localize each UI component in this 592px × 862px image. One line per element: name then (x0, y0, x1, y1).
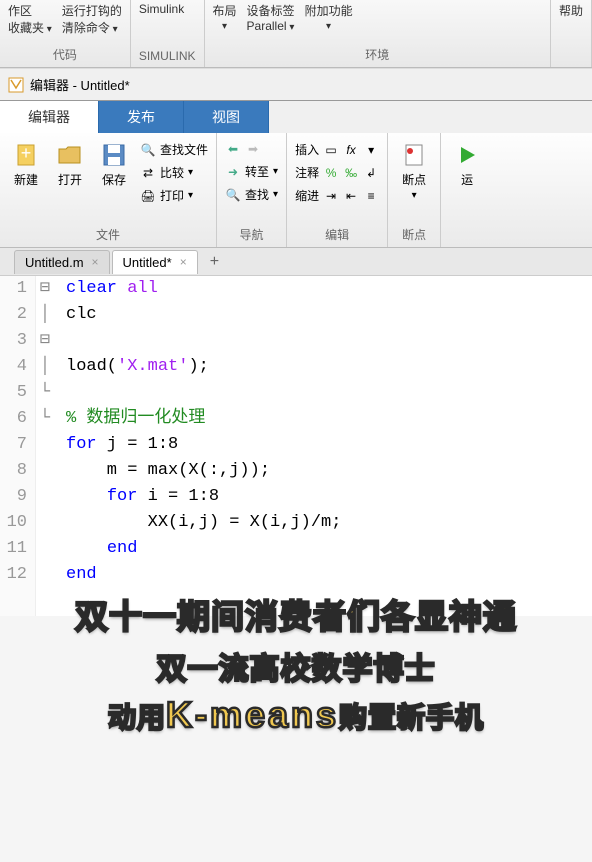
smart-indent-icon[interactable]: ≡ (363, 188, 379, 204)
device-label-item[interactable]: 设备标签 (247, 2, 295, 19)
file-group-label: 文件 (6, 224, 210, 247)
add-tab-button[interactable]: + (200, 249, 229, 275)
file-tab-untitled-m[interactable]: Untitled.m × (14, 250, 110, 274)
editor-window-titlebar: 编辑器 - Untitled* (0, 68, 592, 101)
ribbon-group-edit: 插入 ▭ fx ▾ 注释 % ‰ ↲ 缩进 ⇥ ⇤ ≡ 编 (287, 133, 388, 247)
new-icon: + (12, 141, 40, 169)
code-editor[interactable]: 123456789101112 ⊟│⊟│└└ clear allclc load… (0, 276, 592, 616)
layout-button[interactable]: 布局 (213, 2, 237, 32)
top-group-simulink: Simulink SIMULINK (131, 0, 205, 67)
find-files-button[interactable]: 🔍 查找文件 (140, 141, 208, 158)
fold-gutter[interactable]: ⊟│⊟│└└ (36, 276, 54, 616)
addons-button[interactable]: 附加功能 (305, 2, 353, 32)
top-group-simulink-label: SIMULINK (139, 47, 196, 65)
nav-group-label: 导航 (223, 224, 280, 247)
insert-more-icon[interactable]: ▾ (363, 142, 379, 158)
code-content[interactable]: clear allclc load('X.mat'); % 数据归一化处理for… (54, 276, 592, 616)
save-button[interactable]: 保存 (94, 137, 134, 224)
main-tab-strip: 编辑器 发布 视图 (0, 101, 592, 133)
breakpoint-button[interactable]: 断点 (394, 137, 434, 224)
compare-button[interactable]: ⇄ 比较 (140, 164, 208, 181)
simulink-button[interactable]: Simulink (139, 2, 184, 16)
back-icon: ⬅ (225, 141, 241, 157)
indent-icon[interactable]: ⇥ (323, 188, 339, 204)
ribbon-group-file: + 新建 打开 保存 🔍 查找文件 ⇄ 比较 (0, 133, 217, 247)
ribbon-group-breakpoint: 断点 断点 (388, 133, 441, 247)
top-group-env: 布局 设备标签 Parallel 附加功能 环境 (205, 0, 551, 67)
insert-row: 插入 ▭ fx ▾ (295, 141, 379, 158)
comment-row: 注释 % ‰ ↲ (295, 164, 379, 181)
editor-ribbon: + 新建 打开 保存 🔍 查找文件 ⇄ 比较 (0, 133, 592, 248)
run-icon (453, 141, 481, 169)
favorites-item[interactable]: 收藏夹 (8, 19, 52, 36)
print-icon: 🖨 (140, 188, 156, 204)
find-icon: 🔍 (225, 187, 241, 203)
open-icon (56, 141, 84, 169)
nav-back-forward[interactable]: ⬅ ➡ (225, 141, 278, 157)
window-title-text: 编辑器 - Untitled* (30, 75, 130, 94)
new-button[interactable]: + 新建 (6, 137, 46, 224)
top-group-code-label: 代码 (8, 44, 122, 65)
top-group-env-label: 环境 (213, 44, 542, 65)
compare-icon: ⇄ (140, 165, 156, 181)
file-tab-untitled-star[interactable]: Untitled* × (112, 250, 198, 274)
find-button[interactable]: 🔍 查找 (225, 186, 278, 203)
parallel-item[interactable]: Parallel (247, 19, 295, 33)
run-script-item[interactable]: 运行打钩的 (62, 2, 122, 19)
svg-text:+: + (21, 143, 32, 163)
top-group-help: 帮助 (551, 0, 592, 67)
help-button[interactable]: 帮助 (559, 2, 583, 19)
caption-line-2: 双一流高校数学博士 (0, 644, 592, 688)
print-button[interactable]: 🖨 打印 (140, 187, 208, 204)
outdent-icon[interactable]: ⇤ (343, 188, 359, 204)
breakpoint-group-label: 断点 (394, 224, 434, 247)
insert-fx-icon[interactable]: fx (343, 142, 359, 158)
ribbon-group-nav: ⬅ ➡ ➜ 转至 🔍 查找 导航 (217, 133, 287, 247)
insert-section-icon[interactable]: ▭ (323, 142, 339, 158)
ribbon-group-run: 运 (441, 133, 493, 247)
caption-line-3: 动用K-means购置新手机 (0, 694, 592, 736)
comment-icon[interactable]: % (323, 165, 339, 181)
find-files-icon: 🔍 (140, 142, 156, 158)
run-button[interactable]: 运 (447, 137, 487, 247)
workspace-item[interactable]: 作区 (8, 2, 52, 19)
goto-button[interactable]: ➜ 转至 (225, 163, 278, 180)
tab-editor[interactable]: 编辑器 (0, 101, 99, 133)
file-tab-strip: Untitled.m × Untitled* × + (0, 248, 592, 276)
close-icon[interactable]: × (92, 255, 99, 269)
close-icon[interactable]: × (180, 255, 187, 269)
top-group-code: 作区 收藏夹 运行打钩的 清除命令 代码 (0, 0, 131, 67)
goto-icon: ➜ (225, 164, 241, 180)
matlab-top-ribbon: 作区 收藏夹 运行打钩的 清除命令 代码 Simulink SIMULINK 布… (0, 0, 592, 68)
edit-group-label: 编辑 (293, 224, 381, 247)
editor-icon (8, 77, 24, 93)
line-number-gutter: 123456789101112 (0, 276, 36, 616)
breakpoint-icon (400, 141, 428, 169)
wrap-comment-icon[interactable]: ↲ (363, 165, 379, 181)
tab-publish[interactable]: 发布 (99, 101, 184, 133)
save-icon (100, 141, 128, 169)
open-button[interactable]: 打开 (50, 137, 90, 224)
clear-commands-item[interactable]: 清除命令 (62, 19, 122, 36)
forward-icon: ➡ (245, 141, 261, 157)
indent-row: 缩进 ⇥ ⇤ ≡ (295, 187, 379, 204)
uncomment-icon[interactable]: ‰ (343, 165, 359, 181)
tab-view[interactable]: 视图 (184, 101, 269, 133)
